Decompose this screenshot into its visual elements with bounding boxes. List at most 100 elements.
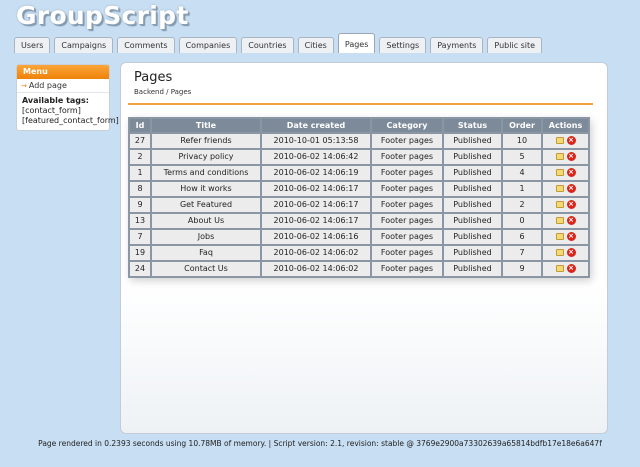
cell-actions: × [543, 262, 588, 276]
edit-icon[interactable] [555, 185, 564, 192]
delete-icon[interactable]: × [566, 200, 576, 209]
cell-id: 7 [130, 230, 150, 244]
cell-category: Footer pages [372, 246, 442, 260]
cell-status: Published [444, 134, 501, 148]
cell-date: 2010-06-02 14:06:42 [262, 150, 370, 164]
cell-id: 19 [130, 246, 150, 260]
cell-category: Footer pages [372, 230, 442, 244]
cell-title: How it works [152, 182, 260, 196]
table-row: 27 Refer friends 2010-10-01 05:13:58 Footer… [130, 134, 588, 148]
cell-date: 2010-06-02 14:06:17 [262, 214, 370, 228]
cell-id: 27 [130, 134, 150, 148]
add-page-label: Add page [28, 81, 67, 90]
table-row: 13 About Us 2010-06-02 14:06:17 Footer page… [130, 214, 588, 228]
cell-status: Published [444, 166, 501, 180]
tab-public-site[interactable]: Public site [487, 37, 543, 53]
tab-campaigns[interactable]: Campaigns [54, 37, 114, 53]
col-order[interactable]: Order [503, 119, 541, 132]
breadcrumb: Backend / Pages [134, 88, 192, 96]
cell-date: 2010-06-02 14:06:17 [262, 182, 370, 196]
cell-actions: × [543, 198, 588, 212]
delete-icon[interactable]: × [566, 264, 576, 273]
cell-actions: × [543, 182, 588, 196]
cell-date: 2010-06-02 14:06:02 [262, 246, 370, 260]
delete-icon[interactable]: × [566, 168, 576, 177]
cell-status: Published [444, 230, 501, 244]
cell-category: Footer pages [372, 262, 442, 276]
pages-table: Id Title Date created Category Status Or… [128, 117, 590, 278]
edit-icon[interactable] [555, 249, 564, 256]
main-tabs: Users Campaigns Comments Companies Count… [14, 33, 546, 53]
tag-contact-form: [contact_form] [22, 106, 81, 115]
edit-icon[interactable] [555, 169, 564, 176]
cell-date: 2010-06-02 14:06:02 [262, 262, 370, 276]
cell-date: 2010-06-02 14:06:17 [262, 198, 370, 212]
tab-users[interactable]: Users [14, 37, 51, 53]
app-logo: GroupScript [16, 1, 189, 30]
delete-icon[interactable]: × [566, 184, 576, 193]
cell-status: Published [444, 262, 501, 276]
col-title[interactable]: Title [152, 119, 260, 132]
cell-actions: × [543, 166, 588, 180]
cell-status: Published [444, 150, 501, 164]
edit-icon[interactable] [555, 201, 564, 208]
col-actions: Actions [543, 119, 588, 132]
table-header-row: Id Title Date created Category Status Or… [130, 119, 588, 132]
table-row: 8 How it works 2010-06-02 14:06:17 Footer p… [130, 182, 588, 196]
cell-title: About Us [152, 214, 260, 228]
cell-order: 1 [503, 182, 541, 196]
cell-id: 8 [130, 182, 150, 196]
tab-cities[interactable]: Cities [297, 37, 334, 53]
edit-icon[interactable] [555, 217, 564, 224]
tab-payments[interactable]: Payments [430, 37, 484, 53]
edit-icon[interactable] [555, 137, 564, 144]
tab-companies[interactable]: Companies [178, 37, 238, 53]
cell-category: Footer pages [372, 166, 442, 180]
sidebar: Menu → Add page Available tags: [contact_… [16, 64, 119, 131]
cell-status: Published [444, 182, 501, 196]
cell-title: Privacy policy [152, 150, 260, 164]
arrow-right-icon: → [21, 82, 27, 90]
cell-id: 2 [130, 150, 150, 164]
delete-icon[interactable]: × [566, 152, 576, 161]
cell-status: Published [444, 214, 501, 228]
tag-featured-contact-form: [featured_contact_form] [22, 116, 119, 125]
title-divider [128, 103, 593, 105]
cell-actions: × [543, 150, 588, 164]
cell-category: Footer pages [372, 214, 442, 228]
cell-order: 6 [503, 230, 541, 244]
cell-order: 9 [503, 262, 541, 276]
tab-countries[interactable]: Countries [241, 37, 294, 53]
edit-icon[interactable] [555, 265, 564, 272]
col-id[interactable]: Id [130, 119, 150, 132]
footer-info: Page rendered in 0.2393 seconds using 10… [38, 439, 602, 448]
tab-comments[interactable]: Comments [117, 37, 175, 53]
tab-pages[interactable]: Pages [337, 33, 376, 53]
col-date-created[interactable]: Date created [262, 119, 370, 132]
delete-icon[interactable]: × [566, 216, 576, 225]
edit-icon[interactable] [555, 153, 564, 160]
delete-icon[interactable]: × [566, 136, 576, 145]
col-category[interactable]: Category [372, 119, 442, 132]
delete-icon[interactable]: × [566, 248, 576, 257]
cell-actions: × [543, 134, 588, 148]
delete-icon[interactable]: × [566, 232, 576, 241]
cell-title: Faq [152, 246, 260, 260]
tab-settings[interactable]: Settings [379, 37, 427, 53]
add-page-link[interactable]: → Add page [17, 79, 109, 93]
cell-actions: × [543, 214, 588, 228]
cell-order: 2 [503, 198, 541, 212]
cell-date: 2010-06-02 14:06:16 [262, 230, 370, 244]
available-tags: Available tags: [contact_form] [featured… [17, 93, 119, 130]
cell-id: 13 [130, 214, 150, 228]
cell-id: 24 [130, 262, 150, 276]
cell-title: Jobs [152, 230, 260, 244]
edit-icon[interactable] [555, 233, 564, 240]
cell-order: 4 [503, 166, 541, 180]
cell-category: Footer pages [372, 150, 442, 164]
cell-title: Get Featured [152, 198, 260, 212]
cell-id: 9 [130, 198, 150, 212]
col-status[interactable]: Status [444, 119, 501, 132]
table-row: 24 Contact Us 2010-06-02 14:06:02 Footer pa… [130, 262, 588, 276]
cell-title: Terms and conditions [152, 166, 260, 180]
